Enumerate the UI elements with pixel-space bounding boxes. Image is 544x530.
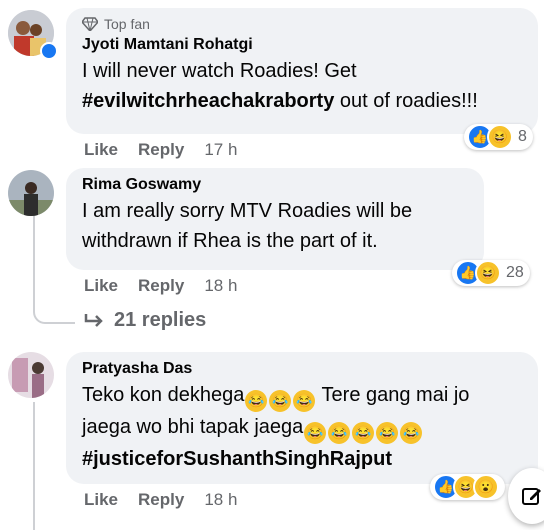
comment-text: I am really sorry MTV Roadies will be wi… xyxy=(82,200,413,252)
timestamp[interactable]: 17 h xyxy=(204,140,237,160)
comment-text: I will never watch Roadies! Get #evilwit… xyxy=(82,60,478,112)
comment-bubble: Pratyasha Das Teko kon dekhega 😂 😂 😂 Tere g… xyxy=(66,352,538,484)
laughing-emoji-icon: 😂 xyxy=(269,390,292,412)
comment-author[interactable]: Jyoti Mamtani Rohatgi xyxy=(82,36,522,54)
reply-arrow-icon xyxy=(84,313,103,327)
top-fan-badge-dot xyxy=(40,42,58,60)
reaction-count: 8 xyxy=(518,128,527,145)
comment-author[interactable]: Pratyasha Das xyxy=(82,360,522,378)
avatar[interactable] xyxy=(8,170,54,216)
comment-actions: Like Reply 17 h xyxy=(84,140,237,160)
hashtag-link[interactable]: #justiceforSushanthSinghRajput xyxy=(82,448,392,470)
comment-bubble: Rima Goswamy I am really sorry MTV Roadi… xyxy=(66,168,484,270)
avatar[interactable] xyxy=(8,352,54,398)
reaction-summary[interactable]: 👍 😆 8 xyxy=(464,124,533,150)
view-replies-link[interactable]: 21 replies xyxy=(84,309,206,332)
laughing-emoji-icon: 😂 xyxy=(376,422,399,444)
laughing-emoji-icon: 😂 xyxy=(293,390,316,412)
reaction-count: 28 xyxy=(506,264,524,281)
like-button[interactable]: Like xyxy=(84,490,118,510)
reaction-summary[interactable]: 👍 😆 28 xyxy=(452,260,530,286)
laughing-emoji-icon: 😂 xyxy=(245,390,268,412)
top-fan-label: Top fan xyxy=(82,16,522,32)
reply-button[interactable]: Reply xyxy=(138,140,184,160)
diamond-icon xyxy=(82,17,98,31)
compose-button[interactable] xyxy=(508,468,544,524)
comment-bubble: Top fan Jyoti Mamtani Rohatgi I will nev… xyxy=(66,8,538,134)
like-button[interactable]: Like xyxy=(84,276,118,296)
comment-author[interactable]: Rima Goswamy xyxy=(82,176,468,194)
reply-button[interactable]: Reply xyxy=(138,276,184,296)
replies-count[interactable]: 21 replies xyxy=(114,309,206,332)
laughing-emoji-icon: 😂 xyxy=(400,422,423,444)
timestamp[interactable]: 18 h xyxy=(204,490,237,510)
like-button[interactable]: Like xyxy=(84,140,118,160)
wow-icon: 😮 xyxy=(473,474,499,500)
thread-line xyxy=(33,402,35,530)
comment-actions: Like Reply 18 h xyxy=(84,276,237,296)
edit-icon xyxy=(522,488,541,505)
laughing-emoji-icon: 😂 xyxy=(328,422,351,444)
haha-icon: 😆 xyxy=(487,124,513,150)
comment-text: Teko kon dekhega 😂 😂 😂 Tere gang mai jo jae… xyxy=(82,384,470,470)
hashtag-link[interactable]: #evilwitchrheachakraborty xyxy=(82,90,334,112)
laughing-emoji-icon: 😂 xyxy=(304,422,327,444)
reply-button[interactable]: Reply xyxy=(138,490,184,510)
timestamp[interactable]: 18 h xyxy=(204,276,237,296)
reaction-summary[interactable]: 👍 😆 😮 xyxy=(430,474,505,500)
badge-text: Top fan xyxy=(104,16,150,32)
haha-icon: 😆 xyxy=(475,260,501,286)
comment-actions: Like Reply 18 h xyxy=(84,490,237,510)
laughing-emoji-icon: 😂 xyxy=(352,422,375,444)
